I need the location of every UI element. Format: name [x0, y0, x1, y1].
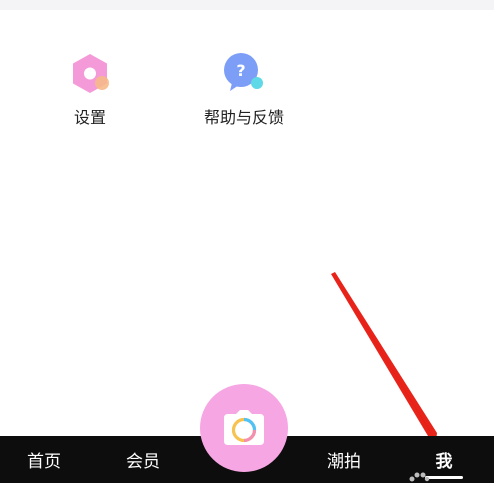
tab-member[interactable]: 会员 — [111, 436, 175, 483]
tab-home[interactable]: 首页 — [12, 436, 76, 483]
active-tab-indicator — [425, 476, 463, 479]
paw-watermark-icon — [409, 472, 430, 482]
tab-trend-shoot[interactable]: 潮拍 — [312, 436, 376, 483]
camera-button[interactable] — [200, 384, 288, 472]
camera-icon — [224, 410, 264, 445]
